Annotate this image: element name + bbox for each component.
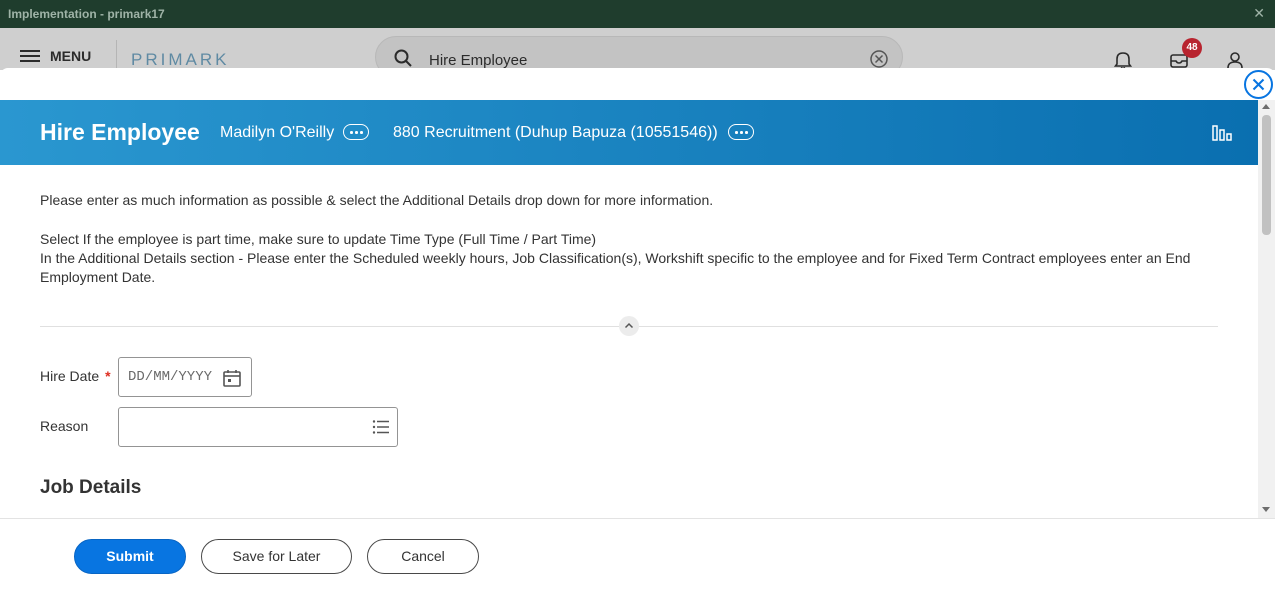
chart-icon[interactable]: [1212, 123, 1232, 141]
primark-logo: PRIMARK: [131, 50, 230, 69]
hire-date-placeholder: DD/MM/YYYY: [128, 369, 213, 385]
hire-date-label-text: Hire Date: [40, 368, 100, 384]
window-close-icon[interactable]: ✕: [1253, 5, 1265, 22]
required-indicator: *: [105, 368, 111, 384]
window-title: Implementation - primark17: [8, 7, 165, 21]
job-details-heading: Job Details: [40, 477, 142, 498]
header-divider: [116, 40, 117, 70]
instruction-line-2: Select If the employee is part time, mak…: [40, 231, 597, 247]
candidate-related-actions-icon[interactable]: [343, 124, 369, 140]
search-icon: [394, 49, 412, 67]
recruitment-related-actions-icon[interactable]: [728, 124, 754, 140]
inbox-badge: 48: [1182, 38, 1202, 58]
modal-footer: Submit Save for Later Cancel: [0, 518, 1275, 592]
submit-button[interactable]: Submit: [74, 539, 186, 574]
menu-button[interactable]: MENU: [20, 48, 91, 64]
candidate-name[interactable]: Madilyn O'Reilly: [220, 124, 334, 142]
chevron-up-icon: [624, 322, 634, 329]
scroll-up-icon[interactable]: [1262, 104, 1270, 109]
app-header: MENU PRIMARK Hire Employee: [0, 28, 1275, 78]
hamburger-icon: [20, 49, 40, 63]
collapse-button[interactable]: [619, 316, 639, 336]
save-for-later-button[interactable]: Save for Later: [201, 539, 352, 574]
modal-close-button[interactable]: [1244, 70, 1273, 99]
calendar-icon[interactable]: [222, 368, 242, 388]
bell-icon[interactable]: [1113, 50, 1133, 70]
profile-icon[interactable]: [1225, 50, 1245, 70]
cancel-button[interactable]: Cancel: [367, 539, 479, 574]
window-title-bar: Implementation - primark17 ✕: [0, 0, 1275, 28]
close-icon: [1252, 78, 1265, 91]
hire-employee-modal: Hire Employee Madilyn O'Reilly 880 Recru…: [0, 68, 1275, 592]
reason-prompt-field[interactable]: [118, 407, 398, 447]
clear-search-icon[interactable]: [870, 50, 888, 68]
instruction-line-1: Please enter as much information as poss…: [40, 192, 714, 208]
page-title: Hire Employee: [40, 119, 200, 145]
task-header: Hire Employee Madilyn O'Reilly 880 Recru…: [0, 100, 1258, 165]
hire-date-label: Hire Date *: [40, 368, 111, 384]
reason-label: Reason: [40, 418, 89, 434]
modal-scrollbar[interactable]: [1258, 100, 1275, 518]
hire-date-input[interactable]: DD/MM/YYYY: [118, 357, 252, 397]
search-input[interactable]: Hire Employee: [429, 52, 527, 69]
menu-label: MENU: [50, 48, 92, 64]
recruitment-name[interactable]: 880 Recruitment (Duhup Bapuza (10551546)…: [393, 124, 718, 142]
instruction-line-3: In the Additional Details section - Plea…: [40, 250, 1191, 285]
prompt-list-icon[interactable]: [372, 419, 390, 435]
scroll-thumb[interactable]: [1262, 115, 1271, 235]
scroll-down-icon[interactable]: [1262, 507, 1270, 512]
